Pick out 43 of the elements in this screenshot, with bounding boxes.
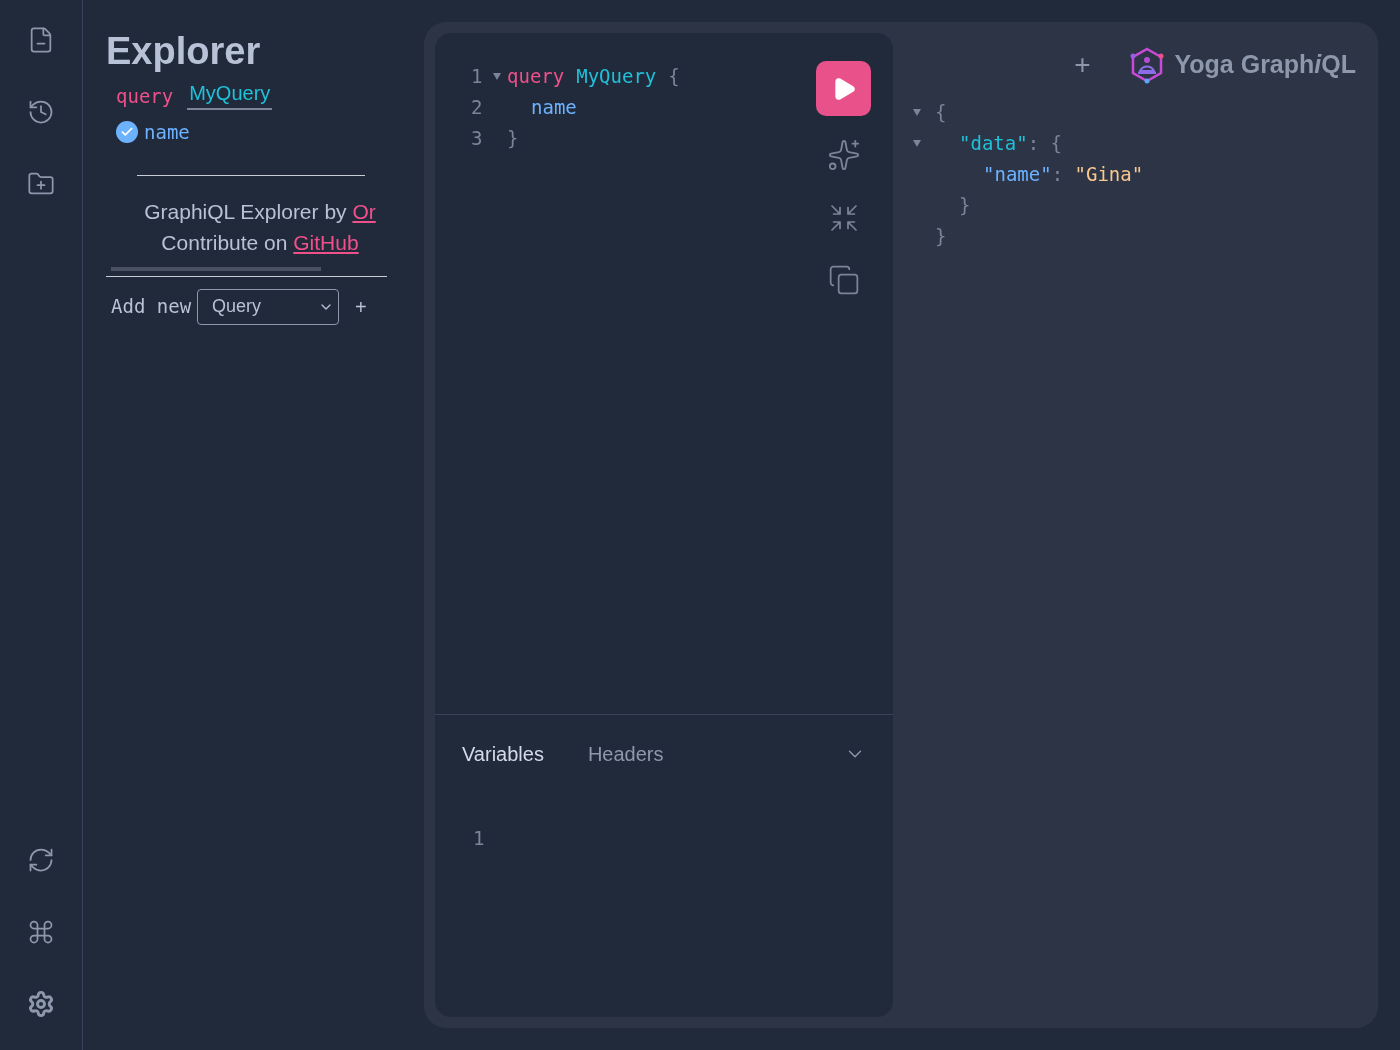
line-number: 2 <box>471 95 484 120</box>
line-number: 3 <box>471 126 484 151</box>
editor-tab[interactable]: Headers <box>587 739 664 769</box>
logo-text: Yoga GraphiQL <box>1174 49 1356 81</box>
contribute-text: Contribute on GitHub <box>161 229 359 256</box>
code-token: name <box>531 95 577 120</box>
operation-type-select[interactable]: Query <box>197 288 340 325</box>
code-token: : { <box>1027 131 1062 156</box>
code-token: } <box>959 193 971 218</box>
credit-link[interactable]: Or <box>352 199 376 223</box>
run-button[interactable] <box>816 61 871 116</box>
fold-triangle-icon[interactable] <box>913 109 921 116</box>
line-number: 1 <box>473 826 486 851</box>
code-token: } <box>935 224 947 249</box>
add-new-label: Add new <box>111 294 192 320</box>
refresh-icon[interactable] <box>27 846 55 874</box>
code-token: query <box>507 64 565 89</box>
code-token: "name" <box>983 162 1052 187</box>
fold-triangle-icon[interactable] <box>493 73 501 80</box>
code-token: { <box>935 100 947 125</box>
code-token: "data" <box>959 131 1028 156</box>
scrollbar-thumb[interactable] <box>111 266 321 271</box>
field-name[interactable]: name <box>144 118 190 147</box>
line-number: 1 <box>471 64 484 89</box>
credit-text: GraphiQL Explorer by Or <box>144 198 376 225</box>
operation-name-field[interactable]: MyQuery <box>187 78 273 110</box>
history-icon[interactable] <box>27 98 55 126</box>
add-tab-button[interactable]: + <box>1074 44 1091 86</box>
add-operation-button[interactable]: + <box>355 291 367 322</box>
editor-tab[interactable]: Variables <box>462 739 544 769</box>
code-token: } <box>507 126 519 151</box>
explorer-title: Explorer <box>106 29 262 74</box>
code-token: { <box>668 64 680 89</box>
operation-keyword: query <box>116 83 174 109</box>
code-token: : <box>1051 162 1065 187</box>
fold-triangle-icon[interactable] <box>913 140 921 147</box>
settings-icon[interactable] <box>27 990 55 1018</box>
code-token: "Gina" <box>1074 162 1144 187</box>
code-token: MyQuery <box>576 64 657 89</box>
github-link[interactable]: GitHub <box>293 230 359 254</box>
field-checkbox[interactable] <box>116 121 138 144</box>
copy-icon[interactable] <box>827 264 860 296</box>
command-icon[interactable] <box>27 918 55 946</box>
